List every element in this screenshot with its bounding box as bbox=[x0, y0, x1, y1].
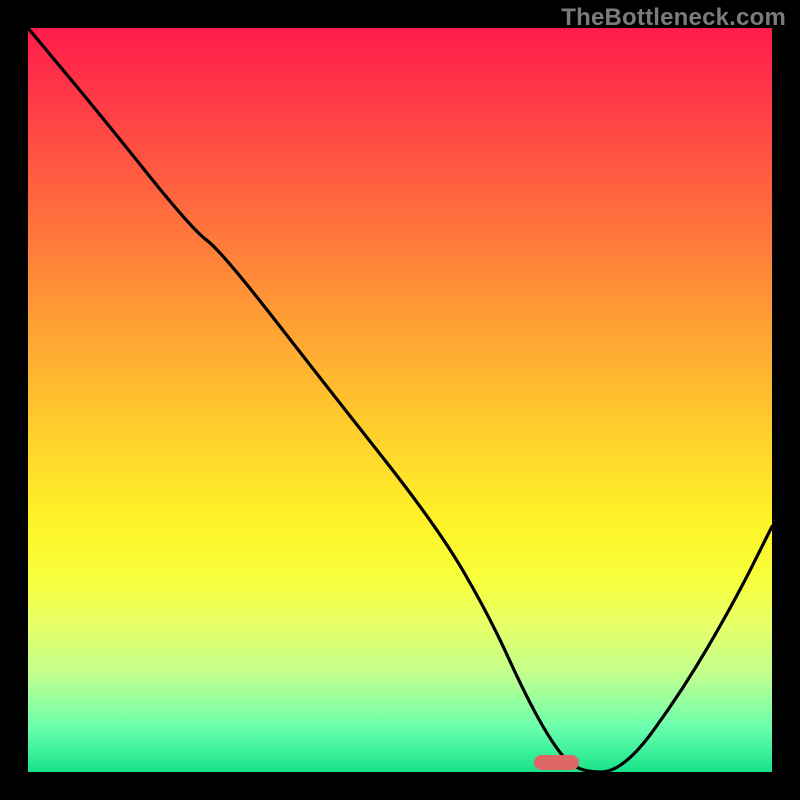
plot-area bbox=[28, 28, 772, 772]
curve-path bbox=[28, 28, 772, 772]
chart-frame: TheBottleneck.com bbox=[0, 0, 800, 800]
watermark-text: TheBottleneck.com bbox=[561, 4, 786, 32]
optimum-marker bbox=[534, 755, 579, 770]
curve-svg bbox=[28, 28, 772, 772]
